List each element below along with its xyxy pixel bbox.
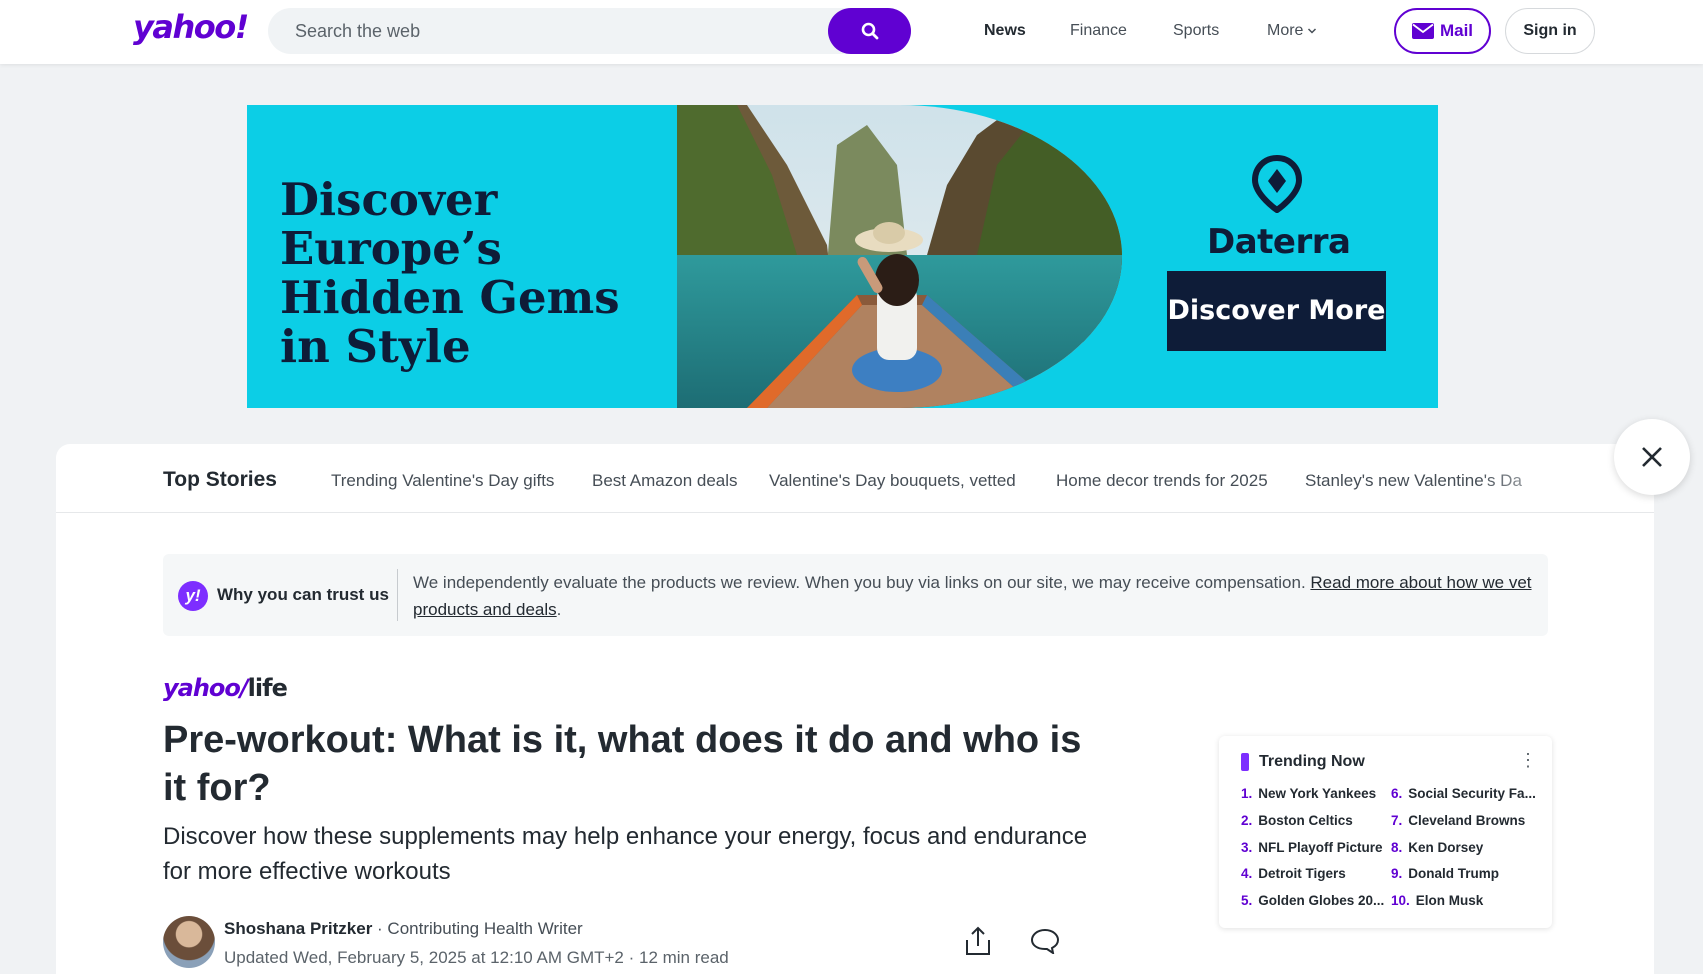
author-avatar[interactable] (163, 916, 215, 968)
search-icon (861, 22, 878, 40)
location-pin-icon (1251, 154, 1303, 214)
byline: Shoshana Pritzker · Contributing Health … (224, 919, 583, 939)
sign-in-button[interactable]: Sign in (1505, 8, 1595, 54)
trending-item[interactable]: 4. Detroit Tigers (1241, 866, 1346, 881)
chevron-down-icon (1308, 28, 1317, 34)
updated-timestamp: Updated Wed, February 5, 2025 at 12:10 A… (224, 948, 729, 967)
ad-brand-name: Daterra (1207, 222, 1351, 262)
trust-title: Why you can trust us (217, 585, 389, 604)
trending-item[interactable]: 9. Donald Trump (1391, 866, 1499, 881)
trust-notice: y! Why you can trust us We independently… (163, 554, 1548, 636)
scroll-fade (1476, 464, 1596, 494)
trending-item[interactable]: 6. Social Security Fa... (1391, 786, 1536, 801)
accent-bar (1241, 753, 1249, 771)
divider (397, 569, 398, 621)
close-icon (1642, 447, 1662, 467)
ad-banner[interactable]: Discover Europe’s Hidden Gems in Style D… (247, 105, 1438, 408)
yahoo-badge-icon: y! (178, 581, 208, 611)
trending-item[interactable]: 5. Golden Globes 20... (1241, 893, 1384, 908)
ad-cta-button[interactable]: Discover More (1167, 271, 1386, 351)
nav-more-label: More (1267, 22, 1304, 39)
top-stories-title: Top Stories (163, 468, 277, 491)
yahoo-life-logo[interactable]: yahoo/life (163, 674, 288, 702)
trending-item[interactable]: 10. Elon Musk (1391, 893, 1483, 908)
yahoo-life-logo-life: life (247, 674, 288, 702)
trending-item[interactable]: 1. New York Yankees (1241, 786, 1376, 801)
nav-finance[interactable]: Finance (1070, 22, 1127, 40)
nav-more[interactable]: More (1267, 22, 1317, 40)
trending-title: Trending Now (1259, 753, 1365, 770)
top-story-link[interactable]: Home decor trends for 2025 (1056, 471, 1268, 491)
search-button[interactable] (828, 8, 911, 54)
yahoo-logo[interactable]: yahoo! (133, 8, 249, 46)
trust-text: We independently evaluate the products w… (413, 569, 1533, 623)
top-story-link[interactable]: Valentine's Day bouquets, vetted (769, 471, 1016, 491)
top-stories-bar: Top Stories Trending Valentine's Day gif… (56, 444, 1654, 513)
mail-label: Mail (1439, 21, 1474, 40)
trending-item[interactable]: 7. Cleveland Browns (1391, 813, 1525, 828)
top-story-link[interactable]: Best Amazon deals (592, 471, 738, 491)
yahoo-life-logo-yahoo: yahoo/ (163, 674, 249, 702)
trending-item[interactable]: 3. NFL Playoff Picture (1241, 840, 1383, 855)
trending-item[interactable]: 2. Boston Celtics (1241, 813, 1353, 828)
search-bar (268, 8, 911, 54)
share-icon[interactable] (964, 926, 992, 961)
nav-sports[interactable]: Sports (1173, 22, 1219, 40)
ad-photo (677, 105, 1122, 408)
article-subhead: Discover how these supplements may help … (163, 823, 1088, 885)
author-role: · Contributing Health Writer (372, 919, 583, 938)
nav-news[interactable]: News (984, 22, 1026, 40)
trust-trailing: . (556, 600, 562, 619)
article-headline: Pre-workout: What is it, what does it do… (163, 719, 1082, 809)
more-options-icon[interactable]: ⋮ (1519, 750, 1537, 771)
article-card: Top Stories Trending Valentine's Day gif… (56, 444, 1654, 974)
ad-brand: Daterra (1207, 154, 1351, 262)
top-header: yahoo! News Finance Sports More Mail Sig… (0, 0, 1703, 64)
close-button[interactable] (1614, 419, 1690, 495)
mail-button[interactable]: Mail (1394, 8, 1491, 54)
author-name[interactable]: Shoshana Pritzker (224, 919, 372, 938)
trending-now-panel: Trending Now ⋮ 1. New York Yankees 2. Bost… (1219, 736, 1552, 928)
top-story-link[interactable]: Trending Valentine's Day gifts (331, 471, 554, 491)
mail-icon (1411, 23, 1434, 39)
ad-headline: Discover Europe’s Hidden Gems in Style (280, 173, 620, 373)
trending-item[interactable]: 8. Ken Dorsey (1391, 840, 1483, 855)
search-input[interactable] (268, 8, 828, 54)
trust-body: We independently evaluate the products w… (413, 573, 1306, 592)
comment-icon[interactable] (1030, 928, 1060, 959)
